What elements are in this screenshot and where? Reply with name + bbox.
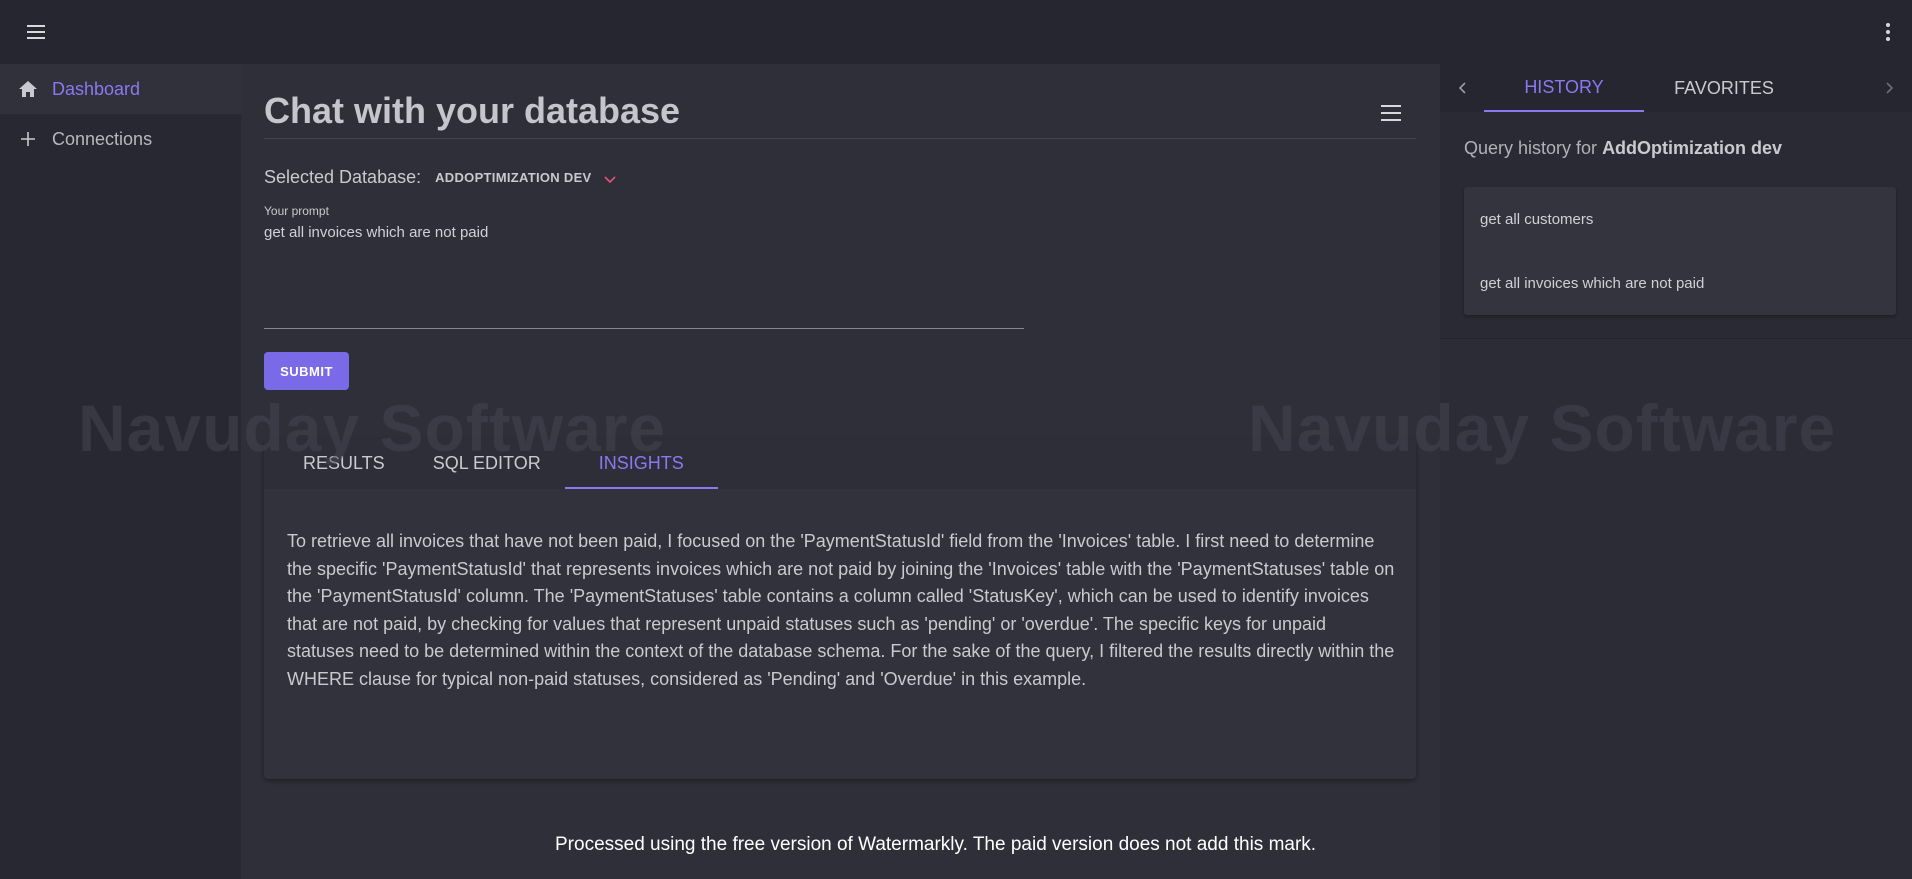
history-panel: HISTORY FAVORITES Query history for AddO…: [1440, 64, 1912, 879]
plus-icon: [18, 129, 38, 149]
submit-button[interactable]: SUBMIT: [264, 352, 349, 390]
home-icon: [18, 79, 38, 99]
title-divider: [264, 138, 1416, 139]
sidebar-item-label: Connections: [52, 128, 153, 149]
database-label: Selected Database:: [264, 167, 422, 187]
list-menu-icon[interactable]: [1381, 105, 1403, 121]
prompt-label: Your prompt: [264, 204, 329, 218]
sidebar-item-dashboard[interactable]: Dashboard: [0, 64, 241, 114]
tab-results[interactable]: RESULTS: [279, 439, 409, 487]
tab-sql-editor[interactable]: SQL EDITOR: [409, 439, 565, 487]
sidebar-item-connections[interactable]: Connections: [0, 114, 241, 164]
history-panel-top: HISTORY FAVORITES Query history for AddO…: [1440, 64, 1912, 339]
history-heading: Query history for AddOptimization dev: [1464, 138, 1782, 159]
database-select-value[interactable]: ADDOPTIMIZATION DEV: [435, 170, 591, 185]
insights-text: To retrieve all invoices that have not b…: [287, 531, 1395, 689]
list-item[interactable]: get all customers: [1464, 187, 1896, 251]
tab-insights[interactable]: INSIGHTS: [564, 439, 718, 489]
history-heading-prefix: Query history for: [1464, 138, 1598, 158]
tab-favorites[interactable]: FAVORITES: [1644, 64, 1804, 112]
sidebar-item-label: Dashboard: [52, 78, 141, 99]
tab-history[interactable]: HISTORY: [1484, 64, 1644, 112]
list-item[interactable]: get all invoices which are not paid: [1464, 251, 1896, 315]
watermark-notice: Processed using the free version of Wate…: [555, 834, 1317, 855]
more-vert-icon[interactable]: [1884, 20, 1892, 44]
database-selector: Selected Database: ADDOPTIMIZATION DEV: [264, 167, 616, 188]
chevron-down-icon[interactable]: [603, 171, 616, 187]
chevron-left-icon[interactable]: [1440, 64, 1484, 112]
results-card: RESULTS SQL EDITOR INSIGHTS To retrieve …: [264, 439, 1416, 779]
history-list: get all customers get all invoices which…: [1464, 187, 1896, 315]
chevron-right-icon[interactable]: [1868, 64, 1912, 112]
hamburger-menu-icon[interactable]: [24, 20, 48, 44]
history-heading-db: AddOptimization dev: [1602, 138, 1783, 158]
prompt-input[interactable]: get all invoices which are not paid: [264, 224, 1024, 329]
sidebar: Dashboard Connections: [0, 64, 241, 879]
app-bar: [0, 0, 1912, 64]
page-title: Chat with your database: [264, 90, 681, 131]
main-content: Chat with your database Selected Databas…: [241, 64, 1440, 879]
result-tabs: RESULTS SQL EDITOR INSIGHTS: [264, 439, 1416, 489]
history-tabs: HISTORY FAVORITES: [1440, 64, 1912, 112]
